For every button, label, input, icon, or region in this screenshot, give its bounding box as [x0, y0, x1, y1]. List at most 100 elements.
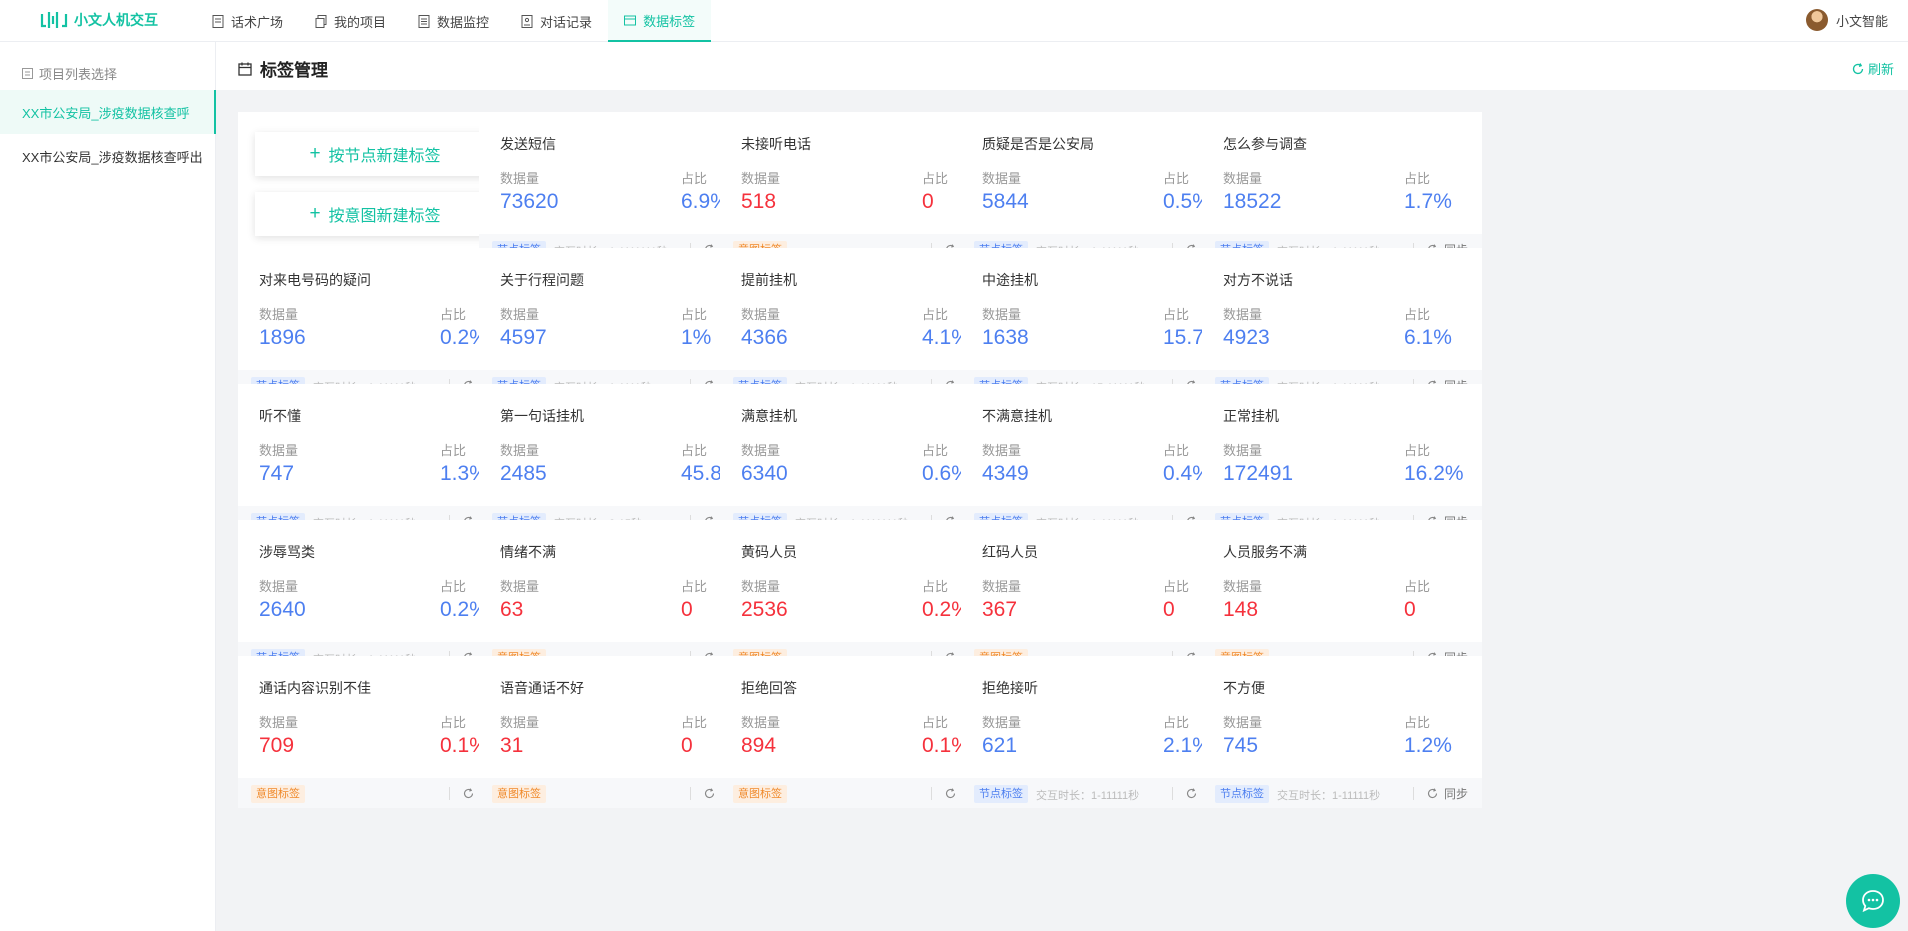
tag-name: 未接听电话	[741, 136, 811, 152]
count-label: 数据量	[982, 715, 1022, 730]
count-value: 745	[1223, 734, 1259, 757]
tag-card[interactable]: 拒绝接听数据量占比6212.1%节点标签交互时长：1-11111秒同步	[961, 656, 1241, 808]
count-label: 数据量	[259, 307, 299, 322]
list-icon	[418, 14, 430, 28]
avatar[interactable]	[1805, 9, 1828, 31]
tag-card[interactable]: 怎么参与调查数据量占比185221.7%节点标签交互时长：1-11111秒同步	[1202, 112, 1482, 264]
count-value: 63	[500, 598, 524, 621]
ratio-label: 占比	[681, 579, 708, 594]
user-name[interactable]: 小文智能	[1836, 11, 1888, 30]
ratio-label: 占比	[1163, 579, 1190, 594]
tag-card[interactable]: 拒绝回答数据量占比8940.1%意图标签同步	[720, 656, 1000, 808]
tag-card[interactable]: 听不懂数据量占比7471.3%节点标签交互时长：1-11111秒同步	[238, 384, 518, 536]
page-header: 标签管理 刷新	[216, 42, 1908, 90]
card-footer: 意图标签同步	[479, 778, 759, 808]
chat-support-button[interactable]	[1846, 874, 1900, 928]
count-value: 2536	[741, 598, 788, 621]
tag-name: 通话内容识别不佳	[259, 680, 371, 696]
count-label: 数据量	[741, 171, 781, 186]
ratio-label: 占比	[1163, 307, 1190, 322]
count-value: 1638	[982, 326, 1029, 349]
ratio-label: 占比	[1404, 715, 1431, 730]
count-value: 518	[741, 190, 777, 213]
sidebar-item-project-1[interactable]: XX市公安局_涉疫数据核查呼	[0, 90, 216, 134]
footer-divider	[449, 787, 450, 800]
tag-name: 人员服务不满	[1223, 544, 1307, 560]
nav-tab-1[interactable]: 话术广场	[196, 0, 299, 42]
ratio-label: 占比	[922, 171, 949, 186]
tag-name: 拒绝接听	[982, 680, 1038, 696]
ratio-label: 占比	[681, 443, 708, 458]
chat-record-icon	[521, 14, 533, 28]
ratio-label: 占比	[922, 443, 949, 458]
tag-card[interactable]: 关于行程问题数据量占比45971%节点标签交互时长：1-1111秒同步	[479, 248, 759, 400]
tag-card[interactable]: 不满意挂机数据量占比43490.4%节点标签交互时长：1-11111秒同步	[961, 384, 1241, 536]
sidebar-item-project-2[interactable]: XX市公安局_涉疫数据核查呼出	[0, 134, 216, 178]
nav-tab-5[interactable]: 数据标签	[608, 0, 712, 42]
tag-card[interactable]: 质疑是否是公安局数据量占比58440.5%节点标签交互时长：1-11111秒同步	[961, 112, 1241, 264]
sidebar-heading-label: 项目列表选择	[39, 67, 118, 82]
count-value: 4597	[500, 326, 547, 349]
app-logo[interactable]: 小文人机交互	[40, 9, 158, 31]
count-label: 数据量	[982, 171, 1022, 186]
user-menu[interactable]: 小文智能	[1805, 9, 1888, 31]
count-value: 4366	[741, 326, 788, 349]
tag-type-badge: 节点标签	[974, 785, 1028, 803]
count-value: 2485	[500, 462, 547, 485]
sync-button[interactable]: 同步	[1427, 785, 1468, 802]
ratio-value: 6.1%	[1404, 326, 1452, 349]
count-value: 5844	[982, 190, 1029, 213]
create-by-node-button[interactable]: + 按节点新建标签	[255, 132, 495, 176]
tag-card[interactable]: 不方便 数据量 占比 745 1.2% 节点标签 交互时长：1-11111秒 同步	[1202, 656, 1482, 808]
nav-tab-label: 对话记录	[540, 14, 593, 30]
nav-tab-2[interactable]: 我的项目	[299, 0, 402, 42]
duration-text: 交互时长：1-11111秒	[1277, 790, 1381, 802]
footer-divider	[1413, 787, 1414, 800]
tag-card[interactable]: 通话内容识别不佳数据量占比7090.1%意图标签同步	[238, 656, 518, 808]
tag-card[interactable]: 中途挂机数据量占比163815.7%节点标签交互时长：15-11111秒同步	[961, 248, 1241, 400]
tag-card[interactable]: 第一句话挂机数据量占比248545.8%节点标签交互时长：0-15秒同步	[479, 384, 759, 536]
page-title: 标签管理	[238, 56, 328, 81]
tag-card[interactable]: 人员服务不满数据量占比1480意图标签同步	[1202, 520, 1482, 672]
count-label: 数据量	[259, 579, 299, 594]
ratio-label: 占比	[681, 171, 708, 186]
tag-card[interactable]: 涉辱骂类数据量占比26400.2%节点标签交互时长：1-11111秒同步	[238, 520, 518, 672]
count-label: 数据量	[741, 715, 781, 730]
tag-card[interactable]: 发送短信数据量占比736206.9%节点标签交互时长：1-1111111秒同步	[479, 112, 759, 264]
footer-divider	[931, 787, 932, 800]
refresh-button[interactable]: 刷新	[1852, 59, 1894, 78]
tag-card[interactable]: 黄码人员数据量占比25360.2%意图标签同步	[720, 520, 1000, 672]
tag-card[interactable]: 红码人员数据量占比3670意图标签同步	[961, 520, 1241, 672]
tag-name: 中途挂机	[982, 272, 1038, 288]
calendar-icon	[238, 62, 252, 76]
ratio-value: 16.2%	[1404, 462, 1464, 485]
sidebar-item-label: XX市公安局_涉疫数据核查呼	[22, 105, 190, 121]
tag-name: 怎么参与调查	[1223, 136, 1307, 152]
count-label: 数据量	[982, 307, 1022, 322]
tag-card[interactable]: 对方不说话数据量占比49236.1%节点标签交互时长：1-11111秒同步	[1202, 248, 1482, 400]
tag-name: 黄码人员	[741, 544, 797, 560]
ratio-label: 占比	[922, 715, 949, 730]
tag-card[interactable]: 未接听电话数据量占比5180意图标签同步	[720, 112, 1000, 264]
tag-card[interactable]: 对来电号码的疑问数据量占比18960.2%节点标签交互时长：1-11111秒同步	[238, 248, 518, 400]
ratio-label: 占比	[1163, 715, 1190, 730]
create-by-intent-button[interactable]: + 按意图新建标签	[255, 192, 495, 236]
refresh-icon	[1852, 62, 1864, 74]
ratio-label: 占比	[922, 307, 949, 322]
tag-card[interactable]: 满意挂机数据量占比63400.6%节点标签交互时长：1-1111111秒同步	[720, 384, 1000, 536]
tag-name: 语音通话不好	[500, 680, 584, 696]
count-label: 数据量	[1223, 443, 1263, 458]
nav-tab-3[interactable]: 数据监控	[402, 0, 505, 42]
count-value: 18522	[1223, 190, 1282, 213]
tag-card[interactable]: 情绪不满数据量占比630意图标签同步	[479, 520, 759, 672]
count-label: 数据量	[259, 443, 299, 458]
page-title-text: 标签管理	[260, 61, 328, 80]
logo-text: 小文人机交互	[74, 12, 158, 28]
nav-tab-4[interactable]: 对话记录	[505, 0, 608, 42]
tag-card[interactable]: 提前挂机数据量占比43664.1%节点标签交互时长：1-11111秒同步	[720, 248, 1000, 400]
tag-type-badge: 节点标签	[1215, 785, 1269, 803]
tag-card[interactable]: 正常挂机数据量占比17249116.2%节点标签交互时长：1-11111秒同步	[1202, 384, 1482, 536]
tag-grid: + 按节点新建标签 + 按意图新建标签 发送短信数据量占比736206.9%节点…	[216, 90, 1908, 931]
tag-card[interactable]: 语音通话不好数据量 占比 31 0 意图标签同步	[479, 656, 759, 808]
count-value: 367	[982, 598, 1018, 621]
